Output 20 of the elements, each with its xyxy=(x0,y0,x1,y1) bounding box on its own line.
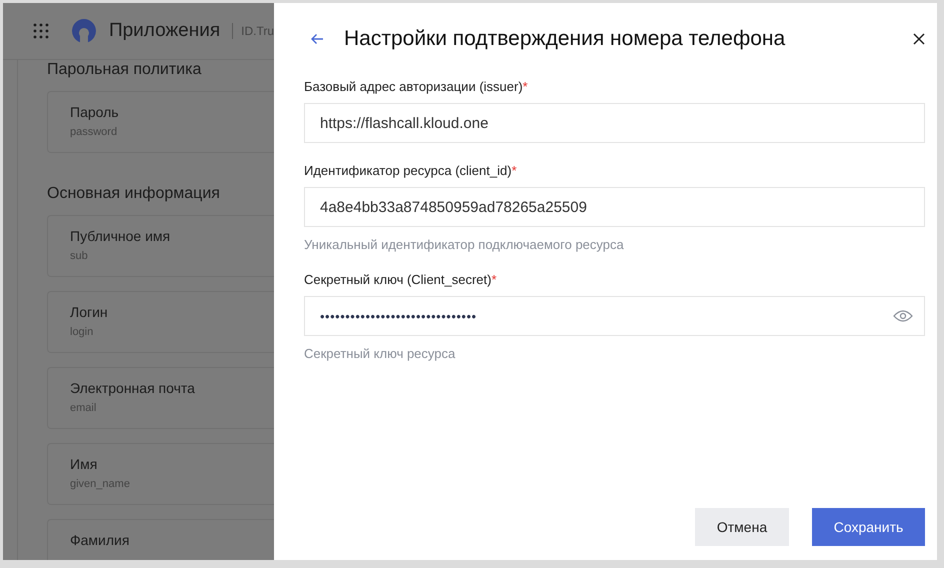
cancel-button[interactable]: Отмена xyxy=(695,508,789,546)
drawer-title: Настройки подтверждения номера телефона xyxy=(344,27,786,51)
field-label: Базовый адрес авторизации (issuer)* xyxy=(304,79,529,94)
input-field[interactable]: 4a8e4bb33a874850959ad78265a25509 xyxy=(304,187,925,227)
apps-grid-icon[interactable] xyxy=(33,23,49,39)
app-subtitle: ID.Tru xyxy=(241,24,274,38)
section-heading: Основная информация xyxy=(47,185,221,203)
back-arrow-icon[interactable] xyxy=(310,33,324,45)
field-hint: Секретный ключ ресурса xyxy=(304,346,456,361)
close-icon[interactable] xyxy=(913,33,925,45)
password-field[interactable]: ••••••••••••••••••••••••••••••• xyxy=(304,296,925,336)
field-hint: Уникальный идентификатор подключаемого ресурса xyxy=(304,237,625,252)
field-label: Идентификатор ресурса (client_id)* xyxy=(304,163,518,178)
logo-icon xyxy=(70,18,97,44)
eye-icon[interactable] xyxy=(893,310,913,322)
section-heading: Парольная политика xyxy=(47,61,202,79)
field-label: Секретный ключ (Client_secret)* xyxy=(304,272,498,287)
input-field[interactable]: https://flashcall.kloud.one xyxy=(304,103,925,143)
app-title: Приложения xyxy=(108,20,220,42)
save-button[interactable]: Сохранить xyxy=(812,508,925,546)
